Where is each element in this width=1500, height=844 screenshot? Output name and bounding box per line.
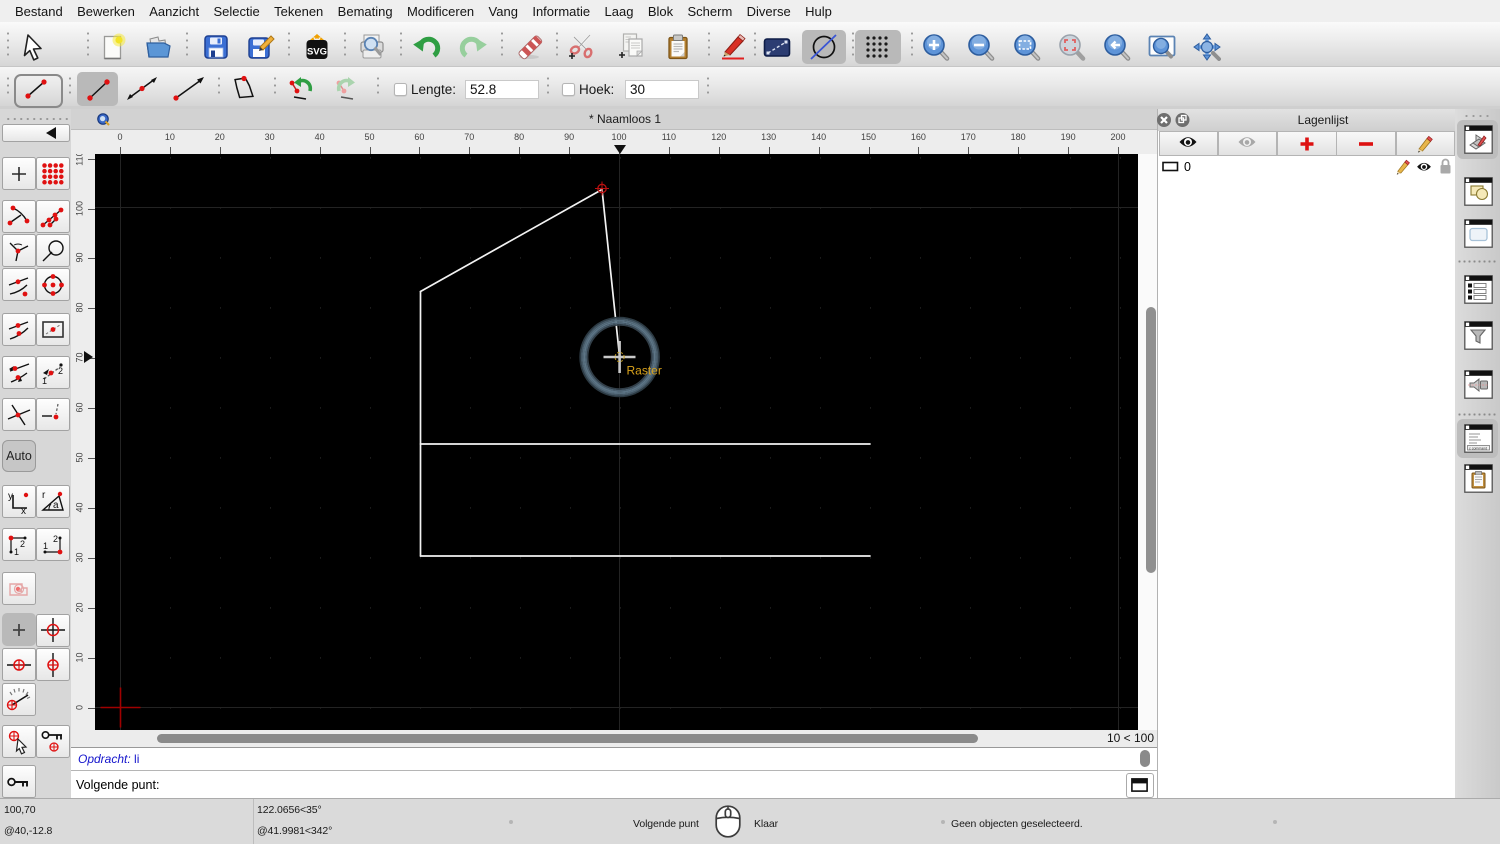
svg-text:2: 2 [58, 366, 63, 376]
svg-text:SVG: SVG [307, 47, 327, 58]
svg-text:1: 1 [42, 376, 47, 386]
svg-text:y: y [8, 491, 13, 502]
svg-text:1: 1 [43, 541, 48, 551]
svg-text:x: x [21, 506, 26, 515]
svg-text:1: 1 [14, 547, 19, 557]
svg-text:Raster: Raster [627, 364, 662, 378]
svg-text:r: r [42, 490, 46, 501]
svg-text:c command: c command [1469, 446, 1487, 450]
svg-text:2: 2 [20, 539, 25, 549]
svg-text:a: a [53, 500, 59, 511]
svg-text:2: 2 [53, 534, 58, 544]
